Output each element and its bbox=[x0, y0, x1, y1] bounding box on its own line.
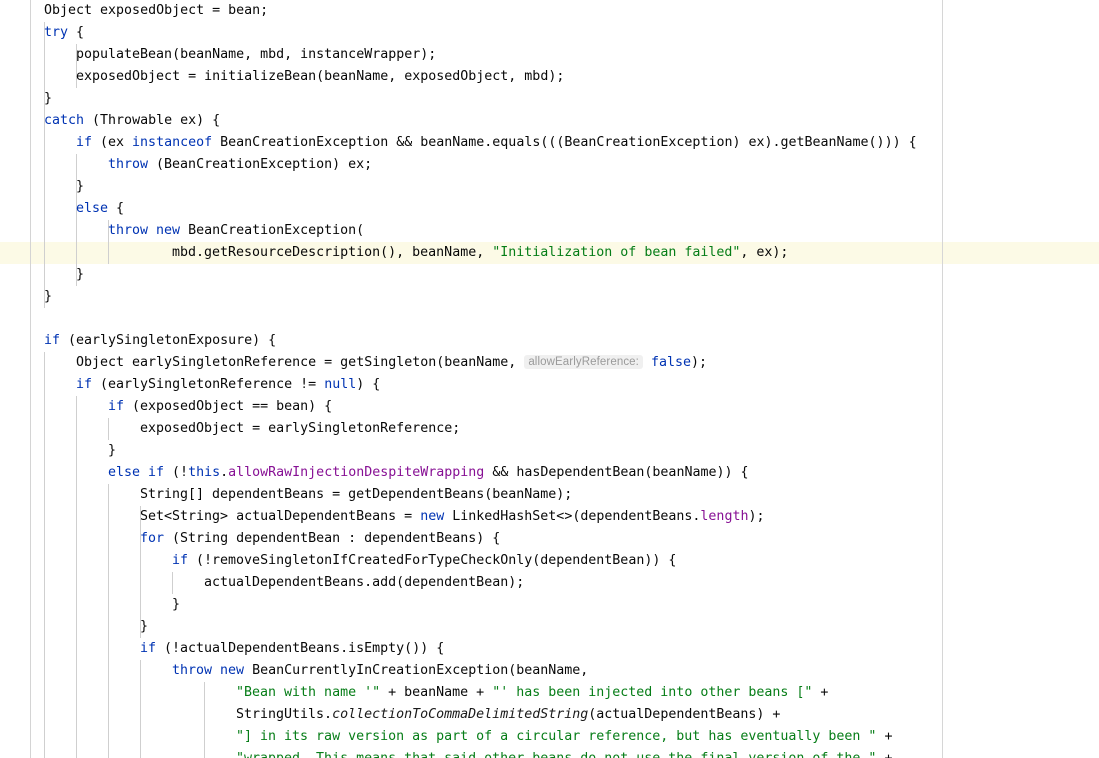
code-line[interactable]: "Bean with name '" + beanName + "' has b… bbox=[0, 682, 1099, 704]
code-line[interactable]: exposedObject = earlySingletonReference; bbox=[0, 418, 1099, 440]
code-line[interactable]: StringUtils.collectionToCommaDelimitedSt… bbox=[0, 704, 1099, 726]
code-line[interactable]: if (!removeSingletonIfCreatedForTypeChec… bbox=[0, 550, 1099, 572]
code-line[interactable]: } bbox=[0, 264, 1099, 286]
code-line[interactable]: if (ex instanceof BeanCreationException … bbox=[0, 132, 1099, 154]
code-line[interactable]: Object exposedObject = bean; bbox=[0, 0, 1099, 22]
code-line[interactable]: } bbox=[0, 286, 1099, 308]
code-line[interactable]: else if (!this.allowRawInjectionDespiteW… bbox=[0, 462, 1099, 484]
code-line[interactable]: if (!actualDependentBeans.isEmpty()) { bbox=[0, 638, 1099, 660]
inline-hint-value: false bbox=[651, 355, 692, 370]
code-line[interactable]: String[] dependentBeans = getDependentBe… bbox=[0, 484, 1099, 506]
code-line[interactable]: if (earlySingletonReference != null) { bbox=[0, 374, 1099, 396]
code-line[interactable]: try { bbox=[0, 22, 1099, 44]
code-line[interactable]: } bbox=[0, 616, 1099, 638]
code-line[interactable]: mbd.getResourceDescription(), beanName, … bbox=[0, 242, 1099, 264]
code-editor[interactable]: Object exposedObject = bean; try { popul… bbox=[0, 0, 1099, 758]
code-line[interactable]: } bbox=[0, 88, 1099, 110]
code-line[interactable]: throw new BeanCreationException( bbox=[0, 220, 1099, 242]
code-line[interactable]: actualDependentBeans.add(dependentBean); bbox=[0, 572, 1099, 594]
code-line[interactable]: if (exposedObject == bean) { bbox=[0, 396, 1099, 418]
code-line[interactable]: else { bbox=[0, 198, 1099, 220]
gutter-separator bbox=[30, 0, 31, 758]
code-line[interactable]: } bbox=[0, 594, 1099, 616]
code-line[interactable]: "] in its raw version as part of a circu… bbox=[0, 726, 1099, 748]
code-line[interactable]: if (earlySingletonExposure) { bbox=[0, 330, 1099, 352]
code-line[interactable]: Object earlySingletonReference = getSing… bbox=[0, 352, 1099, 374]
code-line[interactable]: throw (BeanCreationException) ex; bbox=[0, 154, 1099, 176]
inline-parameter-hint: allowEarlyReference: bbox=[524, 355, 643, 369]
code-line[interactable]: catch (Throwable ex) { bbox=[0, 110, 1099, 132]
code-line[interactable]: "wrapped. This means that said other bea… bbox=[0, 748, 1099, 758]
code-line[interactable]: Set<String> actualDependentBeans = new L… bbox=[0, 506, 1099, 528]
right-margin-guide bbox=[942, 0, 943, 758]
code-line-blank[interactable] bbox=[0, 308, 1099, 330]
code-text-layer[interactable]: Object exposedObject = bean; try { popul… bbox=[0, 0, 1099, 758]
code-line[interactable]: } bbox=[0, 176, 1099, 198]
code-line[interactable]: for (String dependentBean : dependentBea… bbox=[0, 528, 1099, 550]
code-line[interactable]: } bbox=[0, 440, 1099, 462]
code-line[interactable]: exposedObject = initializeBean(beanName,… bbox=[0, 66, 1099, 88]
code-line[interactable]: throw new BeanCurrentlyInCreationExcepti… bbox=[0, 660, 1099, 682]
code-line[interactable]: populateBean(beanName, mbd, instanceWrap… bbox=[0, 44, 1099, 66]
